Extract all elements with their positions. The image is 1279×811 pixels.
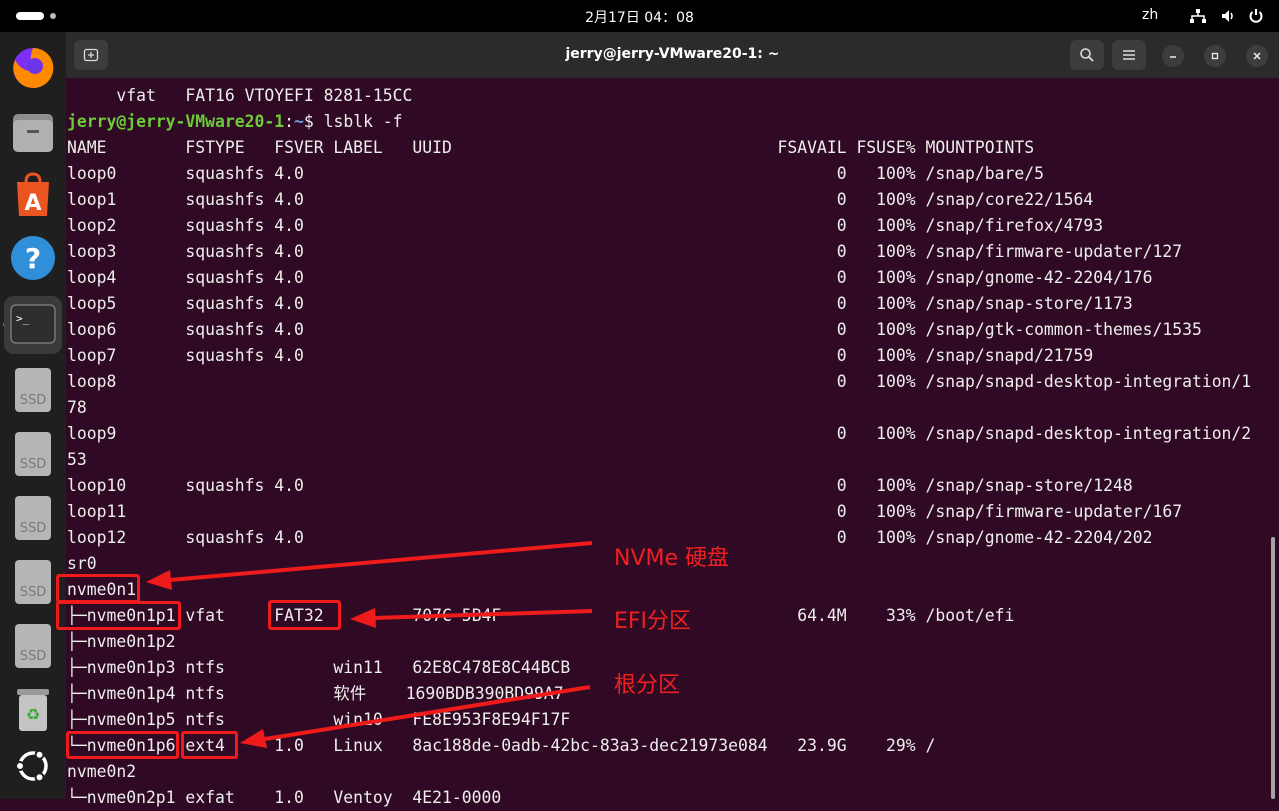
header-bar: jerry@jerry-VMware20-1: ~ — [66, 32, 1279, 78]
terminal-line: loop0 squashfs 4.0 0 100% /snap/bare/5 — [67, 164, 1044, 183]
svg-text:SSD: SSD — [20, 585, 47, 600]
terminal-line: loop2 squashfs 4.0 0 100% /snap/firefox/… — [67, 216, 1104, 235]
nvme-disk-label: NVMe 硬盘 — [614, 546, 730, 571]
svg-text:SSD: SSD — [20, 649, 47, 664]
close-button[interactable] — [1246, 45, 1268, 67]
ssd-drive-icon[interactable]: SSD — [9, 622, 57, 670]
terminal-line: loop1 squashfs 4.0 0 100% /snap/core22/1… — [67, 190, 1094, 209]
close-icon — [1253, 52, 1261, 60]
ssd-drive-icon[interactable]: SSD — [9, 366, 57, 414]
terminal-line: loop3 squashfs 4.0 0 100% /snap/firmware… — [67, 242, 1183, 261]
svg-text:A: A — [24, 191, 41, 216]
command-text: lsblk -f — [313, 112, 403, 131]
nvme0n1p1-highlight-box — [56, 601, 181, 630]
ssd-drive-icon[interactable]: SSD — [9, 430, 57, 478]
terminal-output[interactable]: vfat FAT16 VTOYEFI 8281-15CC jerry@jerry-… — [67, 83, 1251, 811]
input-method-indicator[interactable]: zh — [1142, 7, 1158, 23]
prompt-separator: : — [284, 112, 294, 131]
nvme0n1-highlight-box — [56, 574, 140, 603]
show-apps-icon[interactable] — [9, 742, 57, 790]
svg-text:>_: >_ — [16, 312, 30, 325]
efi-partition-label: EFI分区 — [614, 609, 692, 634]
dock: A ? >_ SSD SSD SSD SSD SSD ♻ — [0, 32, 66, 799]
terminal-line: NAME FSTYPE FSVER LABEL UUID FSAVAIL FSU… — [67, 138, 1035, 157]
ext4-highlight-box — [181, 731, 238, 759]
shell-prompt-line: jerry@jerry-VMware20-1:~$ lsblk -f — [67, 109, 1251, 135]
prompt-user: jerry@jerry-VMware20-1 — [67, 112, 285, 131]
svg-text:SSD: SSD — [20, 393, 47, 408]
minimize-icon — [1170, 56, 1176, 58]
help-icon[interactable]: ? — [9, 234, 57, 282]
terminal-line: └─nvme0n2p1 exfat 1.0 Ventoy 4E21-0000 — [67, 788, 502, 807]
files-icon[interactable] — [9, 108, 57, 156]
firefox-icon[interactable] — [9, 44, 57, 92]
menu-button[interactable] — [1112, 40, 1146, 70]
terminal-line: loop5 squashfs 4.0 0 100% /snap/snap-sto… — [67, 294, 1133, 313]
minimize-button[interactable] — [1162, 45, 1184, 67]
fat32-highlight-box — [268, 600, 341, 630]
terminal-line: loop6 squashfs 4.0 0 100% /snap/gtk-comm… — [67, 320, 1202, 339]
terminal-line: 78 — [67, 398, 87, 417]
scrollbar[interactable] — [1271, 537, 1275, 799]
terminal-icon[interactable]: >_ — [4, 296, 62, 354]
svg-text:SSD: SSD — [20, 521, 47, 536]
terminal-line: loop4 squashfs 4.0 0 100% /snap/gnome-42… — [67, 268, 1153, 287]
terminal-line: loop7 squashfs 4.0 0 100% /snap/snapd/21… — [67, 346, 1094, 365]
terminal-line: loop11 0 100% /snap/firmware-updater/167 — [67, 502, 1183, 521]
svg-text:♻: ♻ — [26, 705, 40, 724]
top-bar: 2月17日 04：08 zh — [0, 0, 1279, 32]
maximize-button[interactable] — [1204, 45, 1226, 67]
app-center-icon[interactable]: A — [9, 170, 57, 218]
terminal-line: nvme0n2 — [67, 762, 137, 781]
search-icon — [1080, 48, 1094, 62]
ssd-drive-icon[interactable]: SSD — [9, 558, 57, 606]
terminal-line: loop8 0 100% /snap/snapd-desktop-integra… — [67, 372, 1252, 391]
network-icon[interactable] — [1190, 9, 1206, 23]
prompt-path: ~ — [293, 112, 304, 131]
terminal-line: nvme0n1 — [67, 580, 137, 599]
terminal-line: └─nvme0n1p6 ext4 1.0 Linux 8ac188de-0adb… — [67, 736, 936, 755]
terminal-line: vfat FAT16 VTOYEFI 8281-15CC — [67, 86, 413, 105]
nvme0n1p6-highlight-box — [66, 731, 179, 759]
svg-text:SSD: SSD — [20, 457, 47, 472]
power-icon[interactable] — [1248, 8, 1264, 24]
prompt-symbol: $ — [303, 112, 314, 131]
terminal-line: loop10 squashfs 4.0 0 100% /snap/snap-st… — [67, 476, 1133, 495]
root-partition-label: 根分区 — [614, 673, 681, 698]
search-button[interactable] — [1070, 40, 1104, 70]
svg-text:?: ? — [25, 242, 41, 275]
hamburger-menu-icon — [1123, 50, 1135, 60]
ssd-drive-icon[interactable]: SSD — [9, 494, 57, 542]
volume-icon[interactable] — [1220, 8, 1236, 24]
terminal-line: ├─nvme0n1p5 ntfs win10 FE8E953F8E94F17F — [67, 710, 571, 729]
restore-icon — [1211, 52, 1219, 60]
clock[interactable]: 2月17日 04：08 — [0, 7, 1279, 27]
terminal-line: loop9 0 100% /snap/snapd-desktop-integra… — [67, 424, 1252, 443]
trash-icon[interactable]: ♻ — [9, 686, 57, 734]
terminal-line: 53 — [67, 450, 87, 469]
